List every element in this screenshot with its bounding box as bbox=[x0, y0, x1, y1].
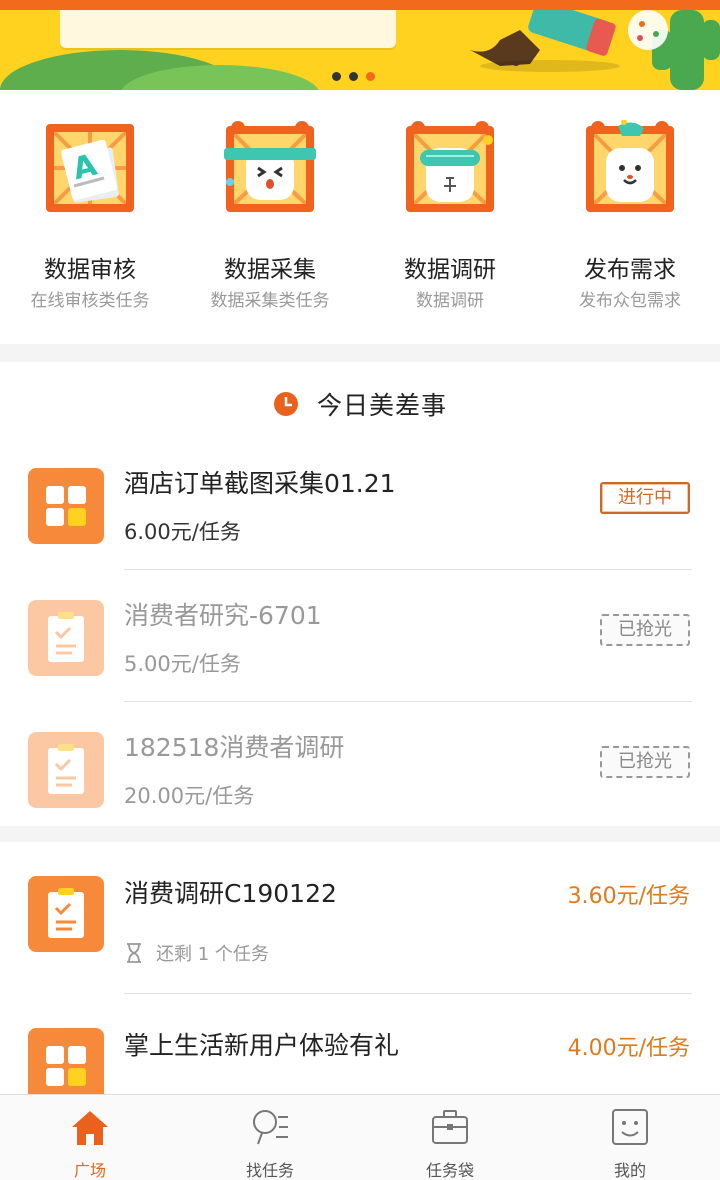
category-grid: A 数据审核 在线审核类任务 数据采集 数据采集类任务 数据调研 数据调研 发布… bbox=[0, 90, 720, 344]
briefcase-icon bbox=[432, 1110, 468, 1144]
task-row[interactable]: 182518消费者调研 20.00元/任务 已抢光 bbox=[0, 702, 720, 834]
carousel-dot[interactable] bbox=[332, 72, 341, 81]
tab-label: 我的 bbox=[613, 1161, 646, 1180]
home-icon bbox=[72, 1111, 108, 1145]
carousel-dot[interactable] bbox=[349, 72, 358, 81]
status-badge: 进行中 bbox=[600, 482, 690, 514]
smiley-profile-icon bbox=[612, 1109, 648, 1145]
research-tiger-icon bbox=[406, 121, 494, 212]
tab-label: 任务袋 bbox=[425, 1161, 474, 1180]
banner-cactus-illustration bbox=[470, 10, 720, 90]
clipboard-check-icon bbox=[28, 732, 104, 808]
task-price: 6.00元/任务 bbox=[124, 520, 241, 544]
publish-tiger-icon bbox=[586, 120, 674, 212]
category-data-audit[interactable]: A 数据审核 在线审核类任务 bbox=[0, 90, 180, 344]
category-title: 数据采集 bbox=[224, 257, 316, 283]
banner-carousel[interactable] bbox=[0, 10, 720, 90]
tab-find-task[interactable]: 找任务 bbox=[180, 1095, 360, 1180]
task-row[interactable]: 酒店订单截图采集01.21 6.00元/任务 进行中 bbox=[0, 438, 720, 570]
carousel-dots bbox=[332, 72, 375, 81]
task-list: 消费调研C190122 3.60元/任务 还剩 1 个任务 掌上生活新用户体验有… bbox=[0, 842, 720, 1094]
today-section: 今日美差事 酒店订单截图采集01.21 6.00元/任务 进行中 消费者研究-6… bbox=[0, 362, 720, 826]
category-subtitle: 发布众包需求 bbox=[579, 291, 681, 311]
clipboard-check-icon bbox=[28, 600, 104, 676]
task-name: 掌上生活新用户体验有礼 bbox=[124, 1031, 400, 1060]
top-strip bbox=[0, 0, 720, 10]
remaining-text: 还剩 1 个任务 bbox=[156, 944, 269, 965]
category-publish-request[interactable]: 发布需求 发布众包需求 bbox=[540, 90, 720, 344]
tab-label: 找任务 bbox=[245, 1161, 294, 1180]
status-badge: 已抢光 bbox=[600, 746, 690, 778]
today-title: 今日美差事 bbox=[316, 391, 447, 420]
task-price: 3.60元/任务 bbox=[567, 884, 690, 909]
category-subtitle: 数据采集类任务 bbox=[210, 291, 330, 311]
banner-card bbox=[60, 10, 396, 48]
search-list-icon bbox=[253, 1110, 288, 1145]
clipboard-check-icon bbox=[28, 876, 104, 952]
category-subtitle: 在线审核类任务 bbox=[30, 291, 150, 311]
task-name: 酒店订单截图采集01.21 bbox=[124, 469, 396, 498]
status-badge: 已抢光 bbox=[600, 614, 690, 646]
tab-plaza[interactable]: 广场 bbox=[0, 1095, 180, 1180]
category-data-collect[interactable]: 数据采集 数据采集类任务 bbox=[180, 90, 360, 344]
task-name: 182518消费者调研 bbox=[124, 733, 345, 762]
task-name: 消费者研究-6701 bbox=[124, 601, 322, 630]
clock-icon bbox=[273, 392, 298, 416]
carousel-dot-active[interactable] bbox=[366, 72, 375, 81]
tab-label: 广场 bbox=[73, 1161, 106, 1180]
task-name: 消费调研C190122 bbox=[124, 879, 337, 908]
collect-tiger-icon bbox=[224, 121, 316, 212]
list-item[interactable]: 消费调研C190122 3.60元/任务 还剩 1 个任务 bbox=[0, 842, 720, 994]
task-price: 20.00元/任务 bbox=[124, 784, 255, 808]
tab-mine[interactable]: 我的 bbox=[540, 1095, 720, 1180]
hourglass-icon bbox=[127, 943, 141, 963]
tab-task-bag[interactable]: 任务袋 bbox=[360, 1095, 540, 1180]
bottom-tab-bar: 广场 找任务 任务袋 我的 bbox=[0, 1094, 720, 1180]
today-header: 今日美差事 bbox=[0, 382, 720, 426]
grid-app-icon bbox=[28, 468, 104, 544]
category-title: 数据调研 bbox=[404, 257, 496, 283]
list-item[interactable]: 掌上生活新用户体验有礼 4.00元/任务 bbox=[0, 994, 720, 1094]
audit-document-icon: A bbox=[46, 124, 134, 212]
remaining-count: 还剩 1 个任务 bbox=[124, 940, 269, 966]
category-data-research[interactable]: 数据调研 数据调研 bbox=[360, 90, 540, 344]
category-title: 数据审核 bbox=[44, 257, 136, 283]
category-subtitle: 数据调研 bbox=[416, 291, 484, 311]
grid-app-icon bbox=[28, 1028, 104, 1094]
task-price: 5.00元/任务 bbox=[124, 652, 241, 676]
category-title: 发布需求 bbox=[584, 257, 676, 283]
task-price: 4.00元/任务 bbox=[567, 1036, 690, 1061]
task-row[interactable]: 消费者研究-6701 5.00元/任务 已抢光 bbox=[0, 570, 720, 702]
